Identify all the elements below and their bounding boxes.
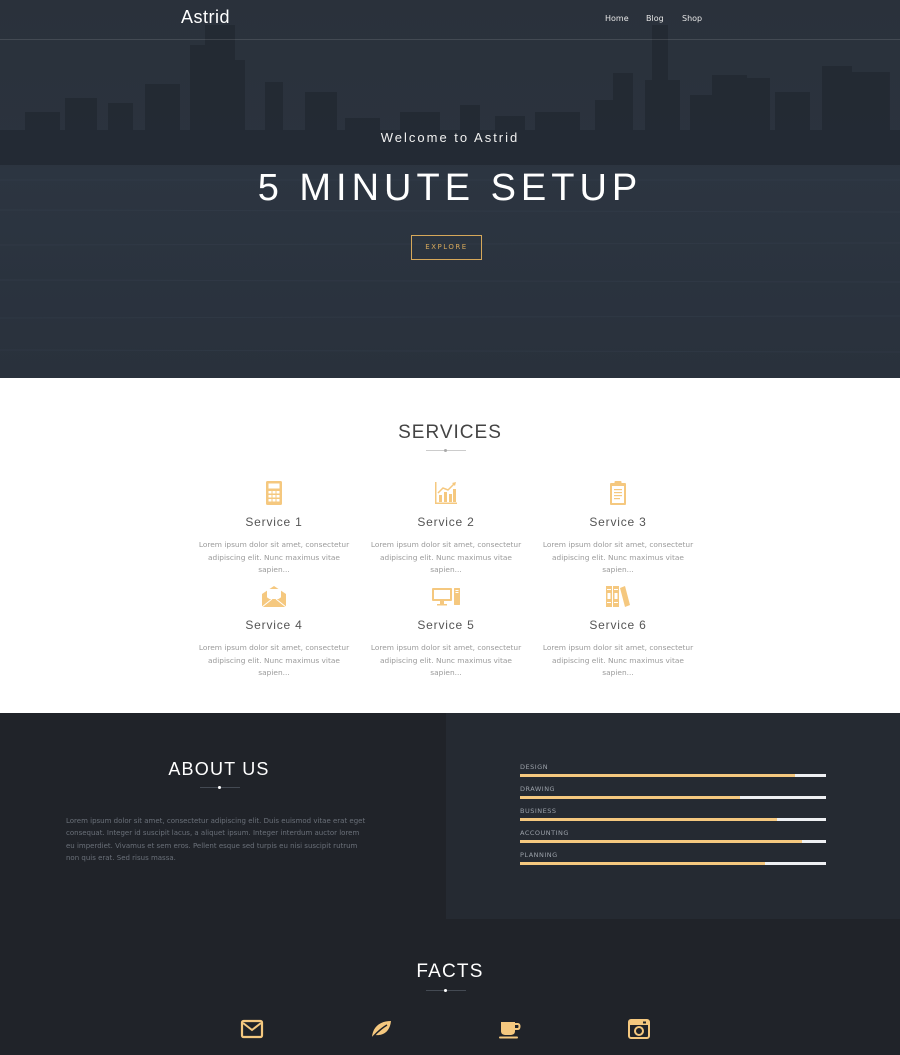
skill-bar-track [520, 796, 826, 799]
service-name: Service 3 [589, 515, 647, 529]
hero-welcome-text: Welcome to Astrid [380, 130, 520, 145]
service-name: Service 2 [417, 515, 475, 529]
service-description: Lorem ipsum dolor sit amet, consectetur … [370, 540, 522, 574]
site-logo[interactable]: Astrid [181, 7, 230, 28]
skill-label: DESIGN [520, 763, 549, 771]
skill-bar-fill [520, 862, 765, 865]
service-item-5[interactable]: Service 5 Lorem ipsum dolor sit amet, co… [366, 583, 526, 680]
service-name: Service 1 [245, 515, 303, 529]
nav-link-shop[interactable]: Shop [682, 14, 702, 23]
skill-bar-fill [520, 818, 778, 821]
skill-bar-fill [520, 840, 802, 843]
service-description: Lorem ipsum dolor sit amet, consectetur … [370, 643, 522, 677]
skill-label: PLANNING [520, 851, 558, 859]
skill-planning: PLANNING [520, 851, 826, 865]
services-title: SERVICES [398, 422, 502, 443]
facts-divider [426, 988, 466, 994]
skill-label: BUSINESS [520, 807, 557, 815]
service-item-3[interactable]: Service 3 Lorem ipsum dolor sit amet, co… [538, 480, 698, 577]
about-section: ABOUT US Lorem ipsum dolor sit amet, con… [0, 713, 900, 919]
clipboard-icon [610, 481, 626, 505]
service-description: Lorem ipsum dolor sit amet, consectetur … [542, 540, 694, 574]
skill-bar-fill [520, 796, 741, 799]
books-icon [606, 586, 630, 607]
service-item-1[interactable]: Service 1 Lorem ipsum dolor sit amet, co… [194, 480, 354, 577]
about-paragraph: Lorem ipsum dolor sit amet, consectetur … [66, 817, 366, 863]
service-description: Lorem ipsum dolor sit amet, consectetur … [198, 643, 350, 677]
skill-design: DESIGN [520, 763, 826, 777]
coffee-cup-icon [499, 1022, 521, 1039]
hero-section: Astrid Home Blog Shop Welcome to Astrid … [0, 0, 900, 378]
skill-accounting: ACCOUNTING [520, 829, 826, 843]
explore-button[interactable]: EXPLORE [411, 235, 482, 260]
service-item-2[interactable]: Service 2 Lorem ipsum dolor sit amet, co… [366, 480, 526, 577]
service-name: Service 4 [245, 618, 303, 632]
skill-label: ACCOUNTING [520, 829, 569, 837]
envelope-icon [240, 1019, 264, 1039]
facts-title: FACTS [416, 961, 484, 982]
skill-label: DRAWING [520, 785, 556, 793]
camera-icon [628, 1019, 650, 1039]
skill-bar-track [520, 862, 826, 865]
service-name: Service 5 [417, 618, 475, 632]
skill-drawing: DRAWING [520, 785, 826, 799]
services-divider [426, 448, 466, 454]
service-description: Lorem ipsum dolor sit amet, consectetur … [542, 643, 694, 677]
skill-bar-track [520, 840, 826, 843]
hero-headline: 5 MINUTE SETUP [257, 167, 643, 209]
services-section: SERVICES Service 1 Lorem ipsum dolor sit… [0, 378, 900, 713]
nav-link-blog[interactable]: Blog [646, 14, 664, 23]
service-description: Lorem ipsum dolor sit amet, consectetur … [198, 540, 350, 574]
about-divider [200, 785, 240, 791]
service-item-4[interactable]: Service 4 Lorem ipsum dolor sit amet, co… [194, 583, 354, 680]
skill-bar-track [520, 774, 826, 777]
envelope-open-icon [261, 586, 287, 608]
desktop-computer-icon [432, 588, 460, 606]
calculator-icon [266, 481, 282, 505]
nav-link-home[interactable]: Home [605, 14, 629, 23]
top-navbar: Astrid Home Blog Shop [0, 0, 900, 40]
chart-icon [435, 482, 457, 504]
leaf-icon [371, 1021, 391, 1039]
skill-bar-fill [520, 774, 796, 777]
service-name: Service 6 [589, 618, 647, 632]
facts-section: FACTS [0, 919, 900, 1055]
service-item-6[interactable]: Service 6 Lorem ipsum dolor sit amet, co… [538, 583, 698, 680]
skill-bar-track [520, 818, 826, 821]
about-title: ABOUT US [168, 759, 270, 779]
skill-business: BUSINESS [520, 807, 826, 821]
